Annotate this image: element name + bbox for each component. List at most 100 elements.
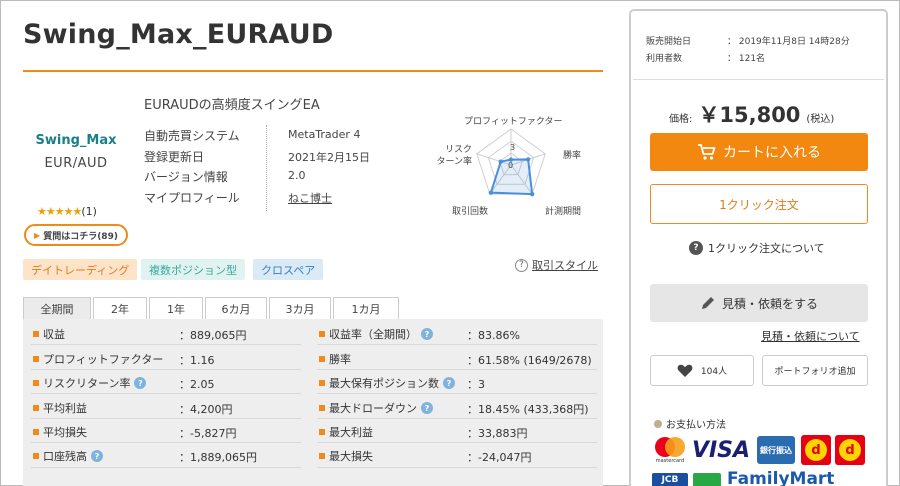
radar-label-winrate: 勝率 <box>563 151 582 161</box>
d-payment-icon-2: d <box>835 435 865 465</box>
bullet-dot-icon <box>654 419 662 428</box>
stat-label-text: 平均利益 <box>43 402 87 415</box>
stat-label-risk-return: リスクリターン率? <box>33 375 147 391</box>
radar-point-3 <box>488 190 494 195</box>
stat-row-divider <box>317 393 597 394</box>
one-click-order-button[interactable]: 1クリック注文 <box>650 184 868 224</box>
stat-label-text: 最大利益 <box>329 426 373 439</box>
stat-row-divider <box>317 344 597 345</box>
mastercard-label: mastercard <box>655 458 685 464</box>
stat-label-max-profit: 最大利益 <box>319 424 373 440</box>
product-title: Swing_Max_EURAUD <box>23 19 334 50</box>
stat-row-divider <box>31 344 301 345</box>
stat-label-text: 平均損失 <box>43 426 87 439</box>
payment-title-label: お支払い方法 <box>666 420 726 431</box>
sale-start-value: ： 2019年11月8日 14時28分 <box>727 37 850 47</box>
question-circle-icon: ? <box>689 241 703 255</box>
info-value-system: MetaTrader 4 <box>288 128 361 141</box>
bullet-square <box>319 331 325 337</box>
caret-right-icon: ▶ <box>34 230 41 240</box>
stat-label-avg-loss: 平均損失 <box>33 424 87 440</box>
question-button[interactable]: ▶ 質問はコチラ(89) <box>24 224 128 246</box>
bullet-square <box>319 356 325 362</box>
cart-icon <box>698 144 716 160</box>
d-letter-icon: d <box>805 439 827 461</box>
jcb-icon: JCB <box>652 473 688 486</box>
info-icon[interactable]: ? <box>421 328 433 340</box>
mastercard-logo-icon <box>655 437 685 457</box>
tab-3m[interactable]: 3カ月 <box>269 297 331 319</box>
familymart-logo-icon <box>693 473 721 486</box>
stat-row-divider <box>317 369 597 370</box>
stat-label-return-rate: 収益率（全期間）? <box>319 326 433 342</box>
tab-1m[interactable]: 1カ月 <box>333 297 399 319</box>
bullet-square <box>33 380 39 386</box>
price: 価格: ￥15,800 (税込) <box>669 99 834 129</box>
add-portfolio-button[interactable]: ポートフォリオ追加 <box>762 355 868 386</box>
bullet-square <box>319 405 325 411</box>
star-rating-icon: ★★★★★ <box>37 205 82 218</box>
add-to-cart-label: カートに入れる <box>723 145 821 161</box>
info-icon[interactable]: ? <box>134 377 147 389</box>
stat-value-avg-profit: ：4,200円 <box>179 403 233 416</box>
radar-scale-top: 3 <box>510 143 515 152</box>
tab-6m[interactable]: 6カ月 <box>205 297 267 319</box>
stat-value-risk-return: ：2.05 <box>179 378 215 391</box>
stat-row-divider <box>31 418 301 419</box>
bullet-square <box>33 453 39 459</box>
trade-style-label: 取引スタイル <box>532 259 598 272</box>
info-label-system: 自動売買システム <box>144 129 240 143</box>
familymart-label: FamilyMart <box>727 469 835 486</box>
radar-label-period: 計測期間 <box>545 207 582 217</box>
radar-label-risk: リスク ターン率 <box>436 145 472 167</box>
tab-1y[interactable]: 1年 <box>149 297 203 319</box>
bullet-square <box>319 453 325 459</box>
tag-daytrading[interactable]: デイトレーディング <box>23 259 138 280</box>
users-label: 利用者数 <box>646 54 683 64</box>
price-tax: (税込) <box>806 114 835 125</box>
trade-style-link[interactable]: ? 取引スタイル <box>515 257 598 273</box>
tag-cross-pair[interactable]: クロスペア <box>253 259 324 280</box>
product-logo: Swing_Max EUR/AUD <box>27 109 125 195</box>
question-button-label: 質問はコチラ(89) <box>43 231 118 242</box>
stat-value-balance: ：1,889,065円 <box>179 451 257 464</box>
add-to-cart-button[interactable]: カートに入れる <box>650 133 868 171</box>
radar-label-trades: 取引回数 <box>452 207 489 217</box>
stat-label-text: 収益率（全期間） <box>329 328 417 341</box>
stat-label-text: 最大損失 <box>329 450 373 463</box>
bullet-square <box>33 331 39 337</box>
stat-value-winrate: ：61.58% (1649/2678) <box>467 354 592 367</box>
about-one-click-link[interactable]: ? 1クリック注文について <box>689 240 825 256</box>
info-icon[interactable]: ? <box>421 402 433 414</box>
info-divider <box>266 125 267 211</box>
stat-value-pf: ：1.16 <box>179 354 215 367</box>
stat-row-divider <box>31 442 301 443</box>
about-quote-link[interactable]: 見積・依頼について <box>761 328 860 344</box>
favorite-button[interactable]: 104人 <box>650 355 754 386</box>
radar-point-2 <box>529 191 535 197</box>
stat-label-max-positions: 最大保有ポジション数? <box>319 375 455 391</box>
profile-link[interactable]: ねこ博士 <box>288 190 332 206</box>
tab-2y[interactable]: 2年 <box>93 297 147 319</box>
bullet-square <box>319 429 325 435</box>
stat-value-max-profit: ：33,883円 <box>467 427 528 440</box>
stat-label-text: 口座残高 <box>43 450 87 463</box>
bank-transfer-icon: 銀行振込 <box>757 436 795 464</box>
tag-multi-position[interactable]: 複数ポジション型 <box>141 259 245 280</box>
info-icon[interactable]: ? <box>91 450 103 462</box>
request-quote-button[interactable]: 見積・依頼をする <box>650 284 868 322</box>
price-amount: ￥15,800 <box>698 103 801 127</box>
info-icon[interactable]: ? <box>443 377 455 389</box>
tab-all-period[interactable]: 全期間 <box>23 297 91 319</box>
stat-label-pf: プロフィットファクター <box>33 351 163 367</box>
stat-label-max-loss: 最大損失 <box>319 448 373 464</box>
stat-value-profit: ：889,065円 <box>179 329 247 342</box>
heart-icon <box>677 364 693 377</box>
stat-label-text: 最大ドローダウン <box>329 402 417 415</box>
rating[interactable]: ★★★★★(1) <box>37 205 97 218</box>
stat-label-text: 収益 <box>43 328 65 341</box>
stat-label-text: プロフィットファクター <box>43 353 164 366</box>
stat-value-max-drawdown: ：18.45% (433,368円) <box>467 403 589 416</box>
about-one-click-label: 1クリック注文について <box>708 242 825 255</box>
sale-start-label: 販売開始日 <box>646 37 692 47</box>
